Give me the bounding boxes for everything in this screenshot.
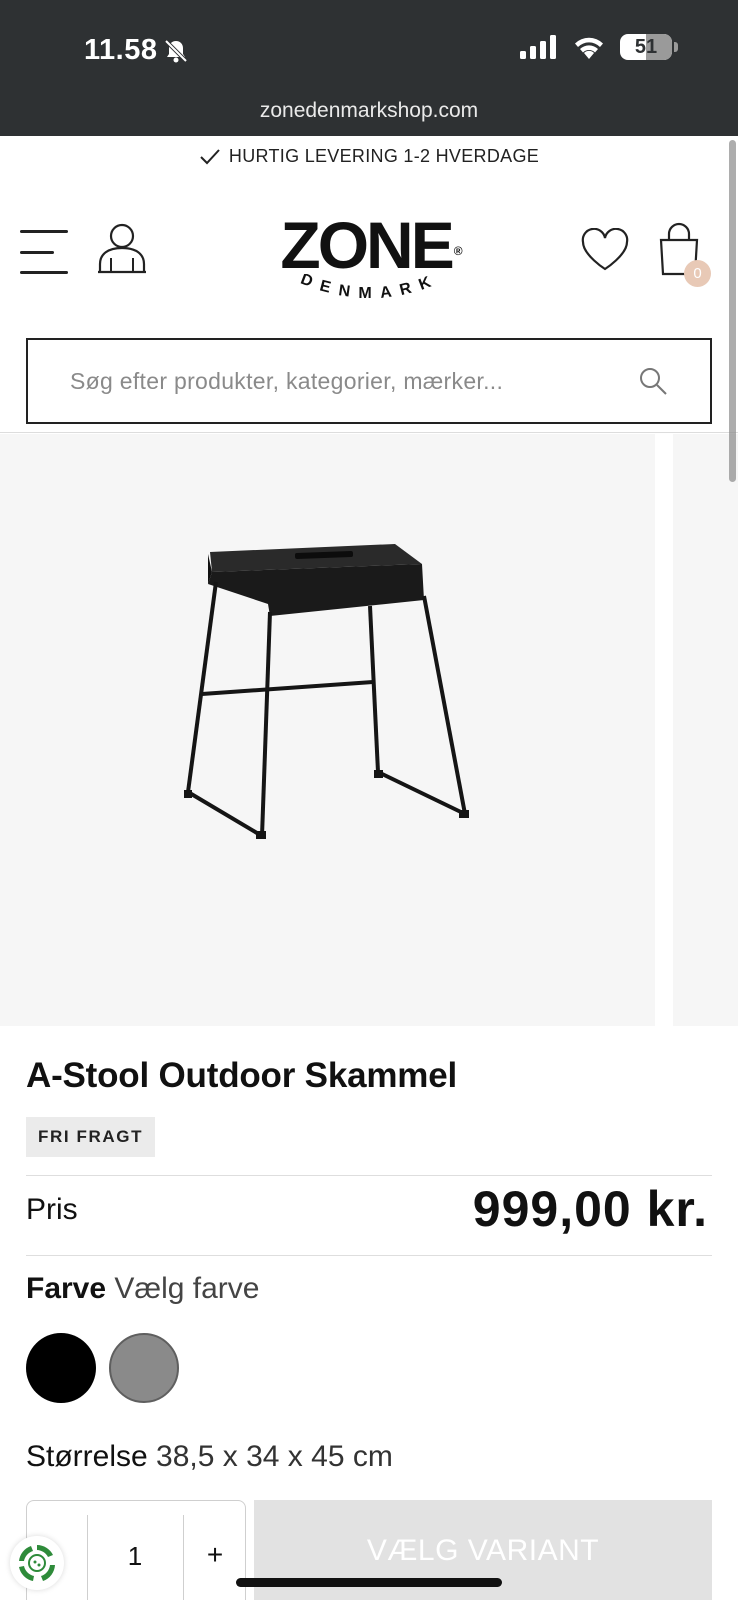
menu-line [20,271,68,274]
next-image-slide-peek[interactable] [673,434,738,1026]
logo-denmark-arc: DENMARK [298,271,441,302]
checkmark-icon [200,148,220,164]
product-title: A-Stool Outdoor Skammel [26,1056,457,1095]
delivery-text: HURTIG LEVERING 1-2 HVERDAGE [228,146,540,166]
size-heading: Størrelse 38,5 x 34 x 45 cm [26,1440,393,1474]
price-value: 999,00 kr. [472,1181,708,1237]
cart-count-badge: 0 [684,260,711,287]
site-logo[interactable]: ZONE ® DENMARK [270,212,470,322]
wishlist-heart-icon[interactable] [580,228,630,272]
color-label: Farve [26,1272,107,1305]
logo-wordmark: ZONE ® [280,208,462,282]
quantity-increase-button[interactable]: + [183,1539,247,1571]
bell-muted-icon [165,39,188,62]
signal-icon [520,35,556,59]
menu-line [20,250,54,254]
delivery-banner: HURTIG LEVERING 1-2 HVERDAGE [0,146,738,167]
account-icon[interactable] [98,222,146,274]
svg-text:DENMARK: DENMARK [298,274,441,302]
time-text: 11.58 [84,34,158,66]
browser-url[interactable]: zonedenmarkshop.com [0,99,738,123]
recycle-icon [19,1545,55,1581]
divider [26,1175,712,1176]
search-input[interactable] [70,367,628,395]
size-value: 38,5 x 34 x 45 cm [156,1440,393,1473]
size-label: Størrelse [26,1440,148,1473]
price-label: Pris [26,1193,78,1226]
product-image-slide[interactable] [0,434,655,1026]
battery-level: 51 [634,35,658,58]
product-image [184,544,469,839]
site-header: ZONE ® DENMARK 0 [0,200,738,320]
color-heading: Farve Vælg farve [26,1272,259,1306]
eco-badge[interactable] [10,1536,64,1590]
color-swatch-grey[interactable] [109,1333,179,1403]
divider [0,432,738,433]
status-bar: 11.58 51 zonedenmarkshop.com [0,0,738,136]
home-indicator[interactable] [236,1578,502,1587]
quantity-value[interactable]: 1 [87,1541,183,1572]
wifi-icon [575,37,603,59]
status-time: 11.58 [84,34,189,67]
search-bar [26,338,712,424]
product-gallery[interactable] [0,434,738,1026]
color-prompt: Vælg farve [114,1272,260,1305]
color-swatch-black[interactable] [26,1333,96,1403]
free-shipping-badge: FRI FRAGT [26,1117,156,1157]
menu-line [20,230,68,233]
menu-button[interactable] [20,230,68,274]
search-icon[interactable] [638,366,668,396]
page-scrollbar[interactable] [729,140,736,482]
battery-icon: 51 [620,34,678,60]
divider [26,1255,712,1256]
